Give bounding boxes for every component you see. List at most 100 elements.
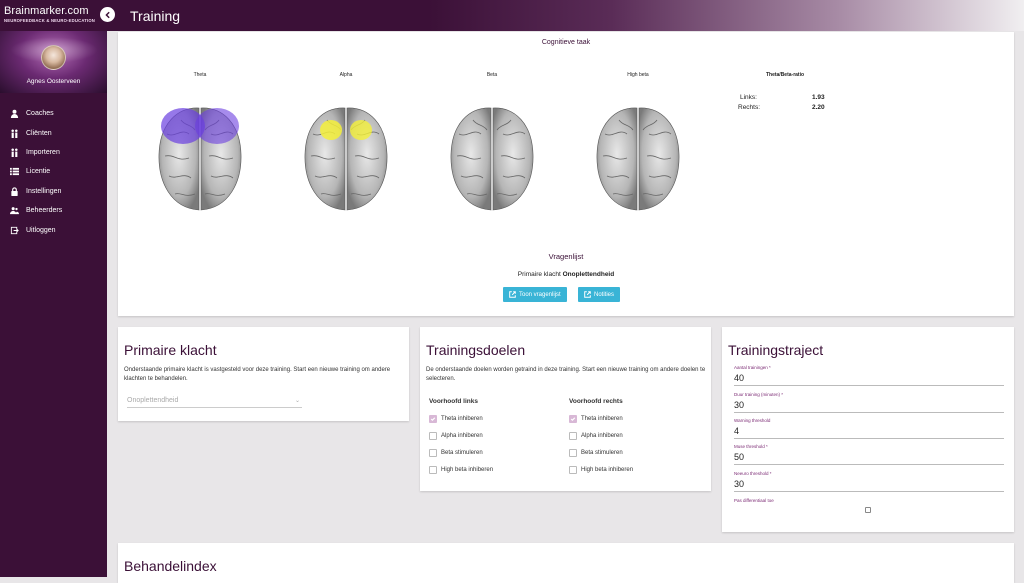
people-icon xyxy=(10,148,19,157)
field-value[interactable]: 40 xyxy=(734,373,1004,386)
training-goals-description: De onderstaande doelen worden getraind i… xyxy=(426,367,706,382)
goal-label: Alpha inhiberen xyxy=(581,433,623,439)
checkbox[interactable] xyxy=(429,432,437,440)
goal-label: High beta inhiberen xyxy=(441,467,494,473)
goal-right-alpha[interactable]: Alpha inhiberen xyxy=(569,432,623,440)
top-bar: Training xyxy=(100,0,1024,31)
primary-complaint-summary: Primaire klacht Onoplettendheid xyxy=(118,271,1014,278)
training-trajectory-title: Trainingstraject xyxy=(728,342,824,358)
band-label-theta: Theta xyxy=(193,72,207,78)
brain-map-high-beta xyxy=(596,107,680,211)
goal-left-beta[interactable]: Beta stimuleren xyxy=(429,449,483,457)
differential-checkbox[interactable] xyxy=(865,507,871,513)
checkbox[interactable] xyxy=(429,449,437,457)
field-neeuro-threshold[interactable]: Neeuro threshold * 30 xyxy=(734,471,1004,492)
external-link-icon xyxy=(584,291,591,298)
goals-left-head: Voorhoofd links xyxy=(429,398,478,405)
checkbox[interactable] xyxy=(569,466,577,474)
goal-right-theta[interactable]: Theta inhiberen xyxy=(569,415,623,423)
primary-complaint-description: Onderstaande primaire klacht is vastgest… xyxy=(124,367,391,382)
field-label: Duur training (minuten) * xyxy=(734,392,784,397)
brand-logo[interactable]: Brainmarker.com NEUROFEEDBACK & NEURO-ED… xyxy=(0,0,107,31)
primary-complaint-select[interactable]: Onoplettendheid ⌄ xyxy=(127,397,302,408)
goal-label: Beta stimuleren xyxy=(581,450,623,456)
ratio-left-value: 1.93 xyxy=(812,94,825,101)
field-muse-threshold[interactable]: Muse threshold * 50 xyxy=(734,444,1004,465)
goal-left-high-beta[interactable]: High beta inhiberen xyxy=(429,466,493,474)
treatment-index-title: Behandelindex xyxy=(124,558,217,574)
chevron-down-icon: ⌄ xyxy=(294,398,300,404)
logout-icon xyxy=(10,226,19,235)
brain-map-theta xyxy=(158,107,242,211)
sidebar-item-licentie[interactable]: Licentie xyxy=(0,162,107,181)
notes-button[interactable]: Notities xyxy=(578,287,621,302)
sidebar-item-importeren[interactable]: Importeren xyxy=(0,143,107,162)
theta-beta-ratio-title: Theta/Beta-ratio xyxy=(765,72,805,78)
field-label: Aantal trainingen * xyxy=(734,365,771,370)
checkbox-checked[interactable] xyxy=(569,415,577,423)
goals-right-head: Voorhoofd rechts xyxy=(569,398,623,405)
differential-label: Pas differentiaal toe xyxy=(734,498,774,503)
primary-complaint-value: Onoplettendheid xyxy=(562,271,615,278)
field-value[interactable]: 4 xyxy=(734,426,1004,439)
avatar[interactable] xyxy=(41,45,66,70)
primary-complaint-title: Primaire klacht xyxy=(124,342,217,358)
band-label-beta: Beta xyxy=(486,72,498,78)
back-button[interactable] xyxy=(100,7,115,22)
goal-right-high-beta[interactable]: High beta inhiberen xyxy=(569,466,633,474)
profile-banner: Agnes Oosterveen xyxy=(0,31,107,93)
people-icon xyxy=(10,129,19,138)
training-goals-card: Trainingsdoelen De onderstaande doelen w… xyxy=(420,327,711,491)
band-label-alpha: Alpha xyxy=(339,72,353,78)
checkbox[interactable] xyxy=(429,466,437,474)
goal-left-alpha[interactable]: Alpha inhiberen xyxy=(429,432,483,440)
ratio-left-label: Links: xyxy=(740,94,757,101)
brand-name: Brainmarker.com xyxy=(4,5,89,17)
field-warning-threshold[interactable]: Warning threshold 4 xyxy=(734,418,1004,439)
field-aantal-trainingen[interactable]: Aantal trainingen * 40 xyxy=(734,365,1004,386)
field-duur-training[interactable]: Duur training (minuten) * 30 xyxy=(734,392,1004,413)
checkbox[interactable] xyxy=(569,432,577,440)
training-goals-title: Trainingsdoelen xyxy=(426,342,526,358)
theta-activity-right xyxy=(195,108,239,144)
goal-label: Beta stimuleren xyxy=(441,450,483,456)
field-value[interactable]: 50 xyxy=(734,452,1004,465)
ratio-right-value: 2.20 xyxy=(812,104,825,111)
goal-label: Theta inhiberen xyxy=(441,416,483,422)
goal-label: Theta inhiberen xyxy=(581,416,623,422)
list-icon xyxy=(10,167,19,176)
group-icon xyxy=(10,206,19,215)
sidebar-item-coaches[interactable]: Coaches xyxy=(0,104,107,123)
checkbox[interactable] xyxy=(569,449,577,457)
goal-label: Alpha inhiberen xyxy=(441,433,483,439)
show-questionnaire-label: Toon vragenlijst xyxy=(519,291,561,298)
goal-left-theta[interactable]: Theta inhiberen xyxy=(429,415,483,423)
ratio-right-label: Rechts: xyxy=(738,104,761,111)
training-trajectory-card: Trainingstraject Aantal trainingen * 40 … xyxy=(722,327,1014,532)
field-value[interactable]: 30 xyxy=(734,479,1004,492)
chevron-left-icon xyxy=(104,11,110,18)
show-questionnaire-button[interactable]: Toon vragenlijst xyxy=(503,287,567,302)
band-label-high-beta: High beta xyxy=(627,72,649,78)
cognitive-task-card: Cognitieve taak Theta Alpha Beta High be… xyxy=(118,32,1014,316)
sidebar-nav: Coaches Cliënten Importeren Licentie Ins… xyxy=(0,104,107,240)
primary-complaint-selected: Onoplettendheid xyxy=(127,397,179,404)
field-label: Neeuro threshold * xyxy=(734,471,772,476)
external-link-icon xyxy=(509,291,516,298)
sidebar-item-label: Coaches xyxy=(26,110,54,118)
primary-complaint-card: Primaire klacht Onderstaande primaire kl… xyxy=(118,327,409,421)
field-value[interactable]: 30 xyxy=(734,400,1004,413)
goal-right-beta[interactable]: Beta stimuleren xyxy=(569,449,623,457)
alpha-activity-left xyxy=(320,120,342,140)
sidebar-item-uitloggen[interactable]: Uitloggen xyxy=(0,220,107,239)
sidebar-item-label: Licentie xyxy=(26,168,51,176)
field-label: Warning threshold xyxy=(734,418,771,423)
sidebar-item-label: Uitloggen xyxy=(26,226,56,234)
checkbox-checked[interactable] xyxy=(429,415,437,423)
cognitive-task-title: Cognitieve taak xyxy=(541,39,591,46)
sidebar-item-beheerders[interactable]: Beheerders xyxy=(0,201,107,220)
sidebar-item-clienten[interactable]: Cliënten xyxy=(0,123,107,142)
page-title: Training xyxy=(130,8,181,24)
sidebar-item-instellingen[interactable]: Instellingen xyxy=(0,182,107,201)
questionnaire-title: Vragenlijst xyxy=(548,252,584,261)
